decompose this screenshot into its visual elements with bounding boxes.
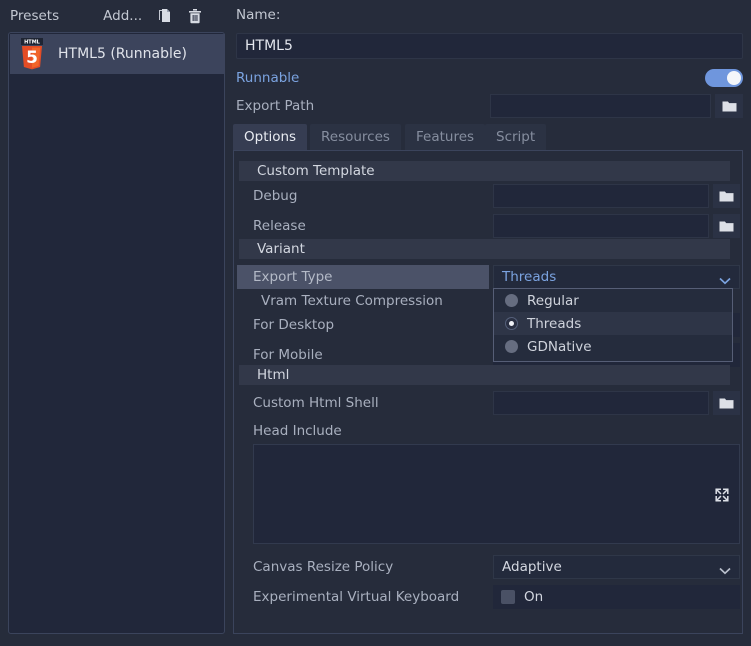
row-release: Release — [237, 214, 732, 238]
presets-toolbar: Presets Add... — [0, 0, 232, 32]
debug-label: Debug — [253, 184, 297, 208]
html5-logo-icon: HTML 5 — [18, 38, 46, 70]
section-custom-template-label: Custom Template — [257, 163, 375, 179]
preset-item-label: HTML5 (Runnable) — [58, 46, 187, 62]
export-path-label: Export Path — [236, 98, 314, 114]
name-label: Name: — [236, 7, 280, 23]
preset-item-html5[interactable]: HTML 5 HTML5 (Runnable) — [10, 34, 225, 74]
export-type-dropdown-popup: Regular Threads GDNative — [493, 288, 733, 362]
radio-selected-icon — [505, 317, 518, 330]
row-canvas-resize-policy: Canvas Resize Policy Adaptive — [237, 555, 732, 579]
head-include-label: Head Include — [253, 419, 342, 443]
release-label: Release — [253, 214, 306, 238]
row-custom-html-shell: Custom Html Shell — [237, 391, 732, 415]
section-html: Html — [239, 365, 730, 385]
runnable-label[interactable]: Runnable — [236, 70, 299, 86]
tab-script[interactable]: Script — [485, 124, 546, 150]
section-variant-label: Variant — [257, 241, 305, 257]
options-panel: Custom Template Debug Release — [233, 150, 743, 634]
options-scroll-area: Custom Template Debug Release — [237, 154, 732, 632]
runnable-toggle[interactable] — [705, 69, 743, 87]
toggle-knob — [727, 71, 741, 85]
trash-icon[interactable] — [184, 5, 206, 27]
experimental-virtual-keyboard-value: On — [524, 589, 543, 605]
expand-icon[interactable] — [710, 483, 734, 507]
row-debug: Debug — [237, 184, 732, 208]
experimental-virtual-keyboard-label: Experimental Virtual Keyboard — [253, 585, 459, 609]
for-desktop-label: For Desktop — [253, 313, 334, 337]
canvas-resize-policy-label: Canvas Resize Policy — [253, 555, 393, 579]
dropdown-option-threads-label: Threads — [527, 316, 581, 332]
dropdown-option-gdnative-label: GDNative — [527, 339, 592, 355]
options-scrollbar[interactable] — [735, 154, 740, 632]
export-type-select[interactable]: Threads — [493, 265, 740, 289]
chevron-down-icon — [719, 563, 731, 579]
release-input[interactable] — [493, 214, 709, 238]
head-include-text[interactable] — [254, 445, 705, 543]
canvas-resize-policy-value: Adaptive — [502, 559, 562, 575]
export-path-input[interactable] — [490, 94, 711, 118]
custom-html-shell-label: Custom Html Shell — [253, 391, 379, 415]
tab-bar: Options Resources Features Script — [233, 124, 743, 150]
tab-features[interactable]: Features — [405, 124, 485, 150]
head-include-textarea[interactable] — [253, 444, 740, 544]
presets-title: Presets — [10, 8, 59, 24]
runnable-row: Runnable — [236, 66, 743, 90]
chevron-down-icon — [719, 273, 731, 289]
section-html-label: Html — [257, 367, 289, 383]
add-preset-button[interactable]: Add... — [99, 6, 146, 26]
for-mobile-label: For Mobile — [253, 343, 323, 367]
dropdown-option-threads[interactable]: Threads — [494, 312, 732, 335]
name-input[interactable] — [236, 33, 743, 59]
experimental-virtual-keyboard-checkbox[interactable] — [501, 590, 515, 604]
dropdown-option-regular-label: Regular — [527, 293, 579, 309]
export-path-folder-icon[interactable] — [715, 94, 743, 118]
dropdown-option-gdnative[interactable]: GDNative — [494, 335, 732, 358]
row-experimental-virtual-keyboard: Experimental Virtual Keyboard On — [237, 585, 732, 609]
custom-html-shell-input[interactable] — [493, 391, 709, 415]
svg-text:HTML: HTML — [24, 40, 41, 46]
row-head-include: Head Include — [237, 419, 732, 443]
radio-unselected-icon — [505, 340, 518, 353]
duplicate-icon[interactable] — [154, 5, 176, 27]
radio-unselected-icon — [505, 294, 518, 307]
options-scrollbar-thumb[interactable] — [735, 154, 740, 394]
canvas-resize-policy-select[interactable]: Adaptive — [493, 555, 740, 579]
section-variant: Variant — [239, 239, 730, 259]
export-dialog: Presets Add... — [0, 0, 751, 646]
export-type-label: Export Type — [237, 265, 489, 289]
section-custom-template: Custom Template — [239, 161, 730, 181]
presets-list-panel: HTML 5 HTML5 (Runnable) — [8, 32, 225, 634]
tab-options[interactable]: Options — [233, 124, 307, 150]
debug-input[interactable] — [493, 184, 709, 208]
experimental-virtual-keyboard-field: On — [493, 585, 740, 609]
dropdown-option-regular[interactable]: Regular — [494, 289, 732, 312]
tab-resources[interactable]: Resources — [310, 124, 401, 150]
vram-texture-compression-label: Vram Texture Compression — [261, 289, 443, 313]
export-type-value: Threads — [502, 269, 556, 285]
export-path-row: Export Path — [236, 94, 743, 118]
svg-text:5: 5 — [26, 48, 38, 68]
row-export-type: Export Type Threads — [237, 265, 732, 289]
